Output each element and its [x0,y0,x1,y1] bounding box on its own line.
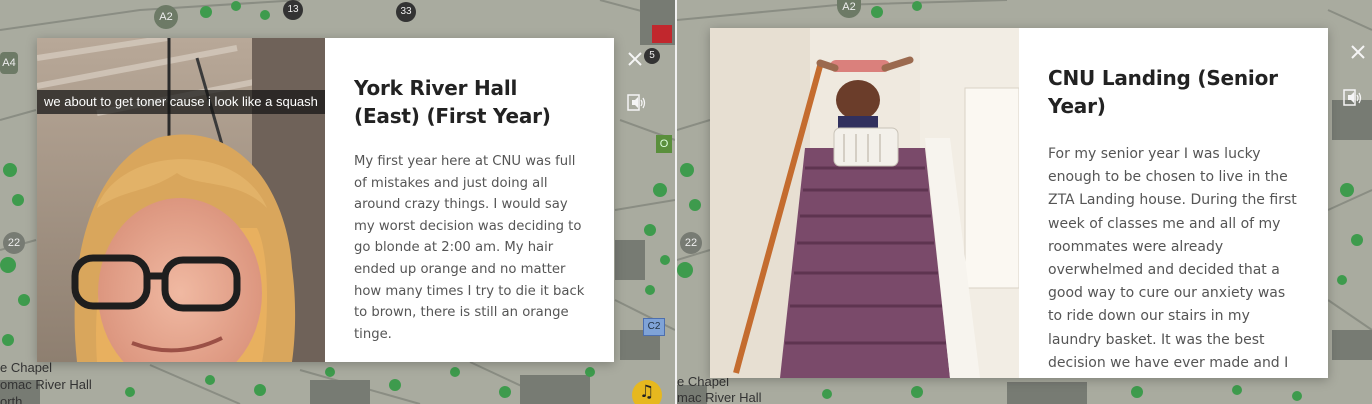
story-panel-left: A2 13 33 A4 22 5 O C2 e Chapel omac Rive… [0,0,675,404]
map-marker-22[interactable]: 22 [3,232,25,254]
close-icon[interactable] [627,51,643,67]
selfie-photo-image [37,38,325,362]
close-icon[interactable] [1350,44,1366,60]
story-modal: we about to get toner cause i look like … [37,38,614,362]
map-marker-c2[interactable]: C2 [643,318,665,336]
story-photo [710,28,1019,378]
map-marker-13[interactable]: 13 [283,0,303,20]
snap-caption: we about to get toner cause i look like … [37,90,325,114]
map-marker-a2[interactable]: A2 [154,5,178,29]
story-photo: we about to get toner cause i look like … [37,38,325,362]
stairs-photo-image [710,28,1019,378]
speaker-icon[interactable] [1343,89,1363,107]
map-label-potomac-river-hall: mac River Hall [677,390,762,404]
story-text: CNU Landing (Senior Year) For my senior … [1019,28,1328,378]
map-marker-o[interactable]: O [656,135,672,153]
story-text: York River Hall (East) (First Year) My f… [325,38,614,362]
story-body: For my senior year I was lucky enough to… [1048,146,1297,371]
story-modal: CNU Landing (Senior Year) For my senior … [710,28,1328,378]
story-title: CNU Landing (Senior Year) [1048,66,1278,118]
music-note-glyph: ♫ [639,382,655,402]
map-label-potomac-river-hall: omac River Hall [0,377,92,392]
speaker-icon[interactable] [627,94,647,112]
story-body: My first year here at CNU was full of mi… [354,154,585,342]
story-title: York River Hall (East) (First Year) [354,76,551,128]
map-label-north: orth [0,394,23,404]
story-panel-right: A2 22 e Chapel mac River Hall CNU Landin… [677,0,1372,404]
map-marker-5[interactable]: 5 [644,48,660,64]
music-note-icon[interactable]: ♫ [632,380,662,404]
map-marker-33[interactable]: 33 [396,2,416,22]
map-marker-22[interactable]: 22 [680,232,702,254]
map-marker-a4[interactable]: A4 [0,52,18,74]
map-label-chapel: e Chapel [0,360,53,375]
